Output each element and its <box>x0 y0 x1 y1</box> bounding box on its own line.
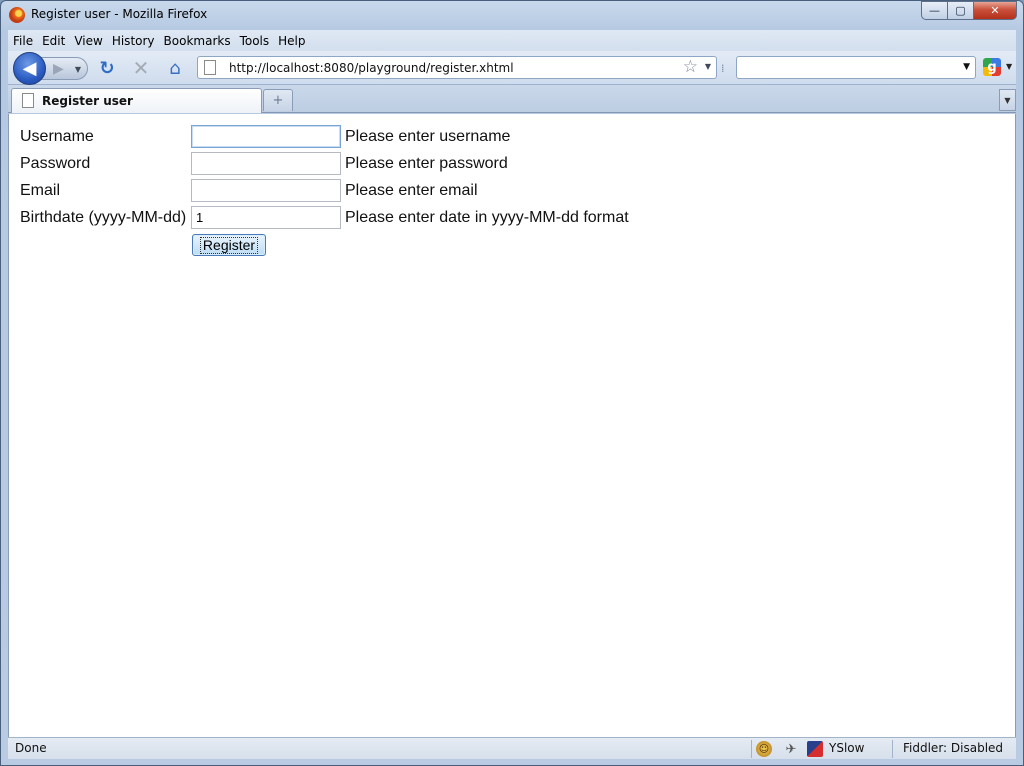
password-label: Password <box>20 155 91 172</box>
maximize-button[interactable]: ▢ <box>947 1 974 20</box>
greasemonkey-icon[interactable]: ☺ <box>756 741 772 757</box>
status-divider <box>892 740 893 758</box>
username-label: Username <box>20 128 94 145</box>
birthdate-row: Birthdate (yyyy-MM-dd) Please enter date… <box>9 206 1015 230</box>
username-row: Username Please enter username <box>9 125 1015 149</box>
stop-icon[interactable]: ✕ <box>130 56 152 80</box>
password-row: Password Please enter password <box>9 152 1015 176</box>
email-message: Please enter email <box>345 182 478 199</box>
tab-label: Register user <box>42 94 133 108</box>
register-button[interactable]: Register <box>192 234 266 256</box>
register-button-label: Register <box>199 236 259 254</box>
password-input[interactable] <box>191 152 341 175</box>
menu-view[interactable]: View <box>70 34 106 48</box>
url-dropdown-icon[interactable]: ▼ <box>705 62 711 71</box>
menu-help[interactable]: Help <box>274 34 309 48</box>
url-bar[interactable]: http://localhost:8080/playground/registe… <box>197 56 717 79</box>
back-arrow-icon: ◀ <box>22 58 37 79</box>
firefox-icon <box>9 7 25 23</box>
close-button[interactable]: ✕ <box>973 1 1017 20</box>
password-message: Please enter password <box>345 155 508 172</box>
email-input[interactable] <box>191 179 341 202</box>
minimize-button[interactable]: — <box>921 1 948 20</box>
search-bar[interactable]: ▼ <box>736 56 976 79</box>
birthdate-message: Please enter date in yyyy-MM-dd format <box>345 209 629 226</box>
search-dropdown-icon[interactable]: ▼ <box>963 62 970 72</box>
window-controls: — ▢ ✕ <box>921 1 1017 21</box>
history-dropdown-icon[interactable]: ▼ <box>75 65 81 74</box>
back-button[interactable]: ◀ <box>13 52 46 85</box>
new-tab-button[interactable]: + <box>263 89 293 111</box>
yslow-label[interactable]: YSlow <box>829 741 864 755</box>
menu-history[interactable]: History <box>108 34 159 48</box>
menu-bookmarks[interactable]: Bookmarks <box>160 34 235 48</box>
page-icon <box>22 93 34 108</box>
menu-bar: File Edit View History Bookmarks Tools H… <box>8 30 1016 51</box>
menu-edit[interactable]: Edit <box>38 34 69 48</box>
reload-icon[interactable]: ↻ <box>96 58 118 79</box>
navigation-toolbar: ▶ ▼ ◀ ↻ ✕ ⌂ http://localhost:8080/playgr… <box>8 51 1016 85</box>
bookmark-star-icon[interactable]: ☆ <box>683 57 698 77</box>
browser-window: Register user - Mozilla Firefox — ▢ ✕ Fi… <box>0 0 1024 766</box>
status-bar: Done ☺ ✈ YSlow Fiddler: Disabled <box>8 737 1016 759</box>
title-bar: Register user - Mozilla Firefox — ▢ ✕ <box>1 1 1023 30</box>
plugin-icon[interactable]: ✈ <box>783 741 799 757</box>
home-icon[interactable]: ⌂ <box>164 58 186 79</box>
birthdate-label: Birthdate (yyyy-MM-dd) <box>20 209 187 226</box>
tab-register-user[interactable]: Register user <box>11 88 262 113</box>
tab-strip: Register user + ▼ <box>8 85 1016 113</box>
window-title: Register user - Mozilla Firefox <box>31 7 208 21</box>
page-icon <box>204 60 216 75</box>
url-text[interactable]: http://localhost:8080/playground/registe… <box>229 61 514 75</box>
status-divider <box>751 740 752 758</box>
fiddler-status[interactable]: Fiddler: Disabled <box>903 741 1003 755</box>
forward-arrow-icon: ▶ <box>53 60 64 77</box>
yslow-icon[interactable] <box>807 741 823 757</box>
tab-list-dropdown-icon[interactable]: ▼ <box>999 89 1016 111</box>
birthdate-input[interactable] <box>191 206 341 229</box>
menu-file[interactable]: File <box>8 34 37 48</box>
username-input[interactable] <box>191 125 341 148</box>
username-message: Please enter username <box>345 128 511 145</box>
page-content: Username Please enter username Password … <box>8 114 1016 737</box>
search-engine-dropdown-icon[interactable]: ▼ <box>1006 62 1012 71</box>
google-icon[interactable]: g <box>983 58 1001 76</box>
status-text: Done <box>15 741 47 755</box>
email-label: Email <box>20 182 61 199</box>
email-row: Email Please enter email <box>9 179 1015 203</box>
menu-tools[interactable]: Tools <box>236 34 274 48</box>
resize-grip-icon[interactable]: ⁞ <box>721 62 725 75</box>
